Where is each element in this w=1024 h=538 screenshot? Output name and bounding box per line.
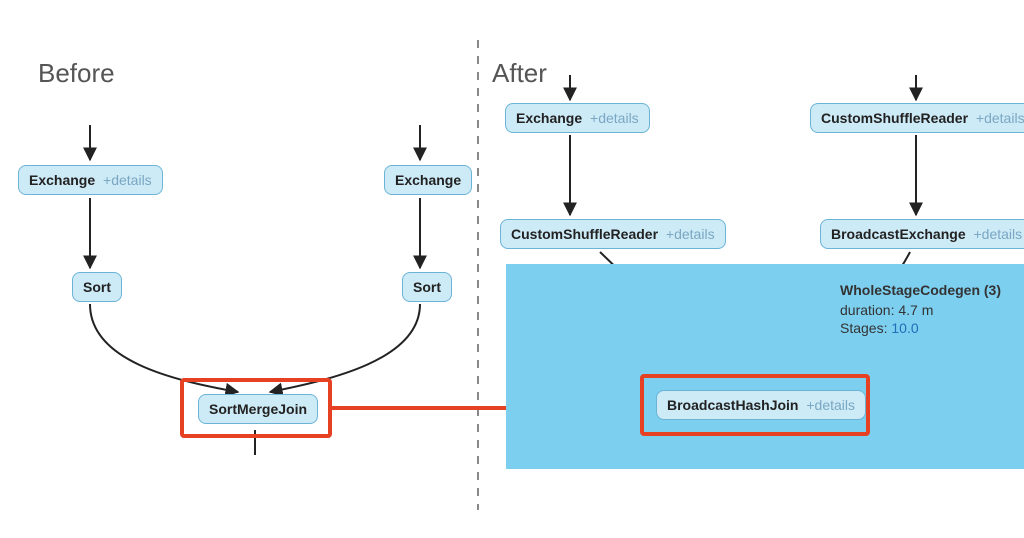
before-heading: Before [38, 58, 115, 89]
stage-duration-label: duration: [840, 302, 894, 318]
after-broadcastexchange-node[interactable]: BroadcastExchange +details [820, 219, 1024, 249]
node-title: CustomShuffleReader [511, 226, 658, 242]
stage-stages-link[interactable]: 10.0 [891, 320, 918, 336]
node-title: Sort [413, 279, 441, 295]
after-customshufflereader-left-node[interactable]: CustomShuffleReader +details [500, 219, 726, 249]
node-details-link[interactable]: +details [974, 226, 1023, 242]
stage-stages-label: Stages: [840, 320, 887, 336]
before-join-highlight [180, 378, 332, 438]
node-details-link[interactable]: +details [103, 172, 152, 188]
after-exchange-node[interactable]: Exchange +details [505, 103, 650, 133]
node-title: Sort [83, 279, 111, 295]
node-title: Exchange [395, 172, 461, 188]
whole-stage-codegen-label: WholeStageCodegen (3) duration: 4.7 m St… [840, 282, 1020, 338]
stage-duration-value: 4.7 m [898, 302, 933, 318]
node-details-link[interactable]: +details [976, 110, 1024, 126]
stage-duration: duration: 4.7 m [840, 302, 1020, 318]
after-heading: After [492, 58, 547, 89]
node-details-link[interactable]: +details [590, 110, 639, 126]
stage-stages: Stages: 10.0 [840, 320, 1020, 336]
node-title: CustomShuffleReader [821, 110, 968, 126]
node-details-link[interactable]: +details [666, 226, 715, 242]
before-exchange-left-node[interactable]: Exchange +details [18, 165, 163, 195]
after-join-highlight [640, 374, 870, 436]
before-sort-left-node[interactable]: Sort [72, 272, 122, 302]
before-sort-right-node[interactable]: Sort [402, 272, 452, 302]
node-title: Exchange [29, 172, 95, 188]
stage-title: WholeStageCodegen (3) [840, 282, 1020, 298]
node-title: Exchange [516, 110, 582, 126]
after-customshufflereader-top-node[interactable]: CustomShuffleReader +details [810, 103, 1024, 133]
node-title: BroadcastExchange [831, 226, 966, 242]
before-exchange-right-node[interactable]: Exchange [384, 165, 472, 195]
